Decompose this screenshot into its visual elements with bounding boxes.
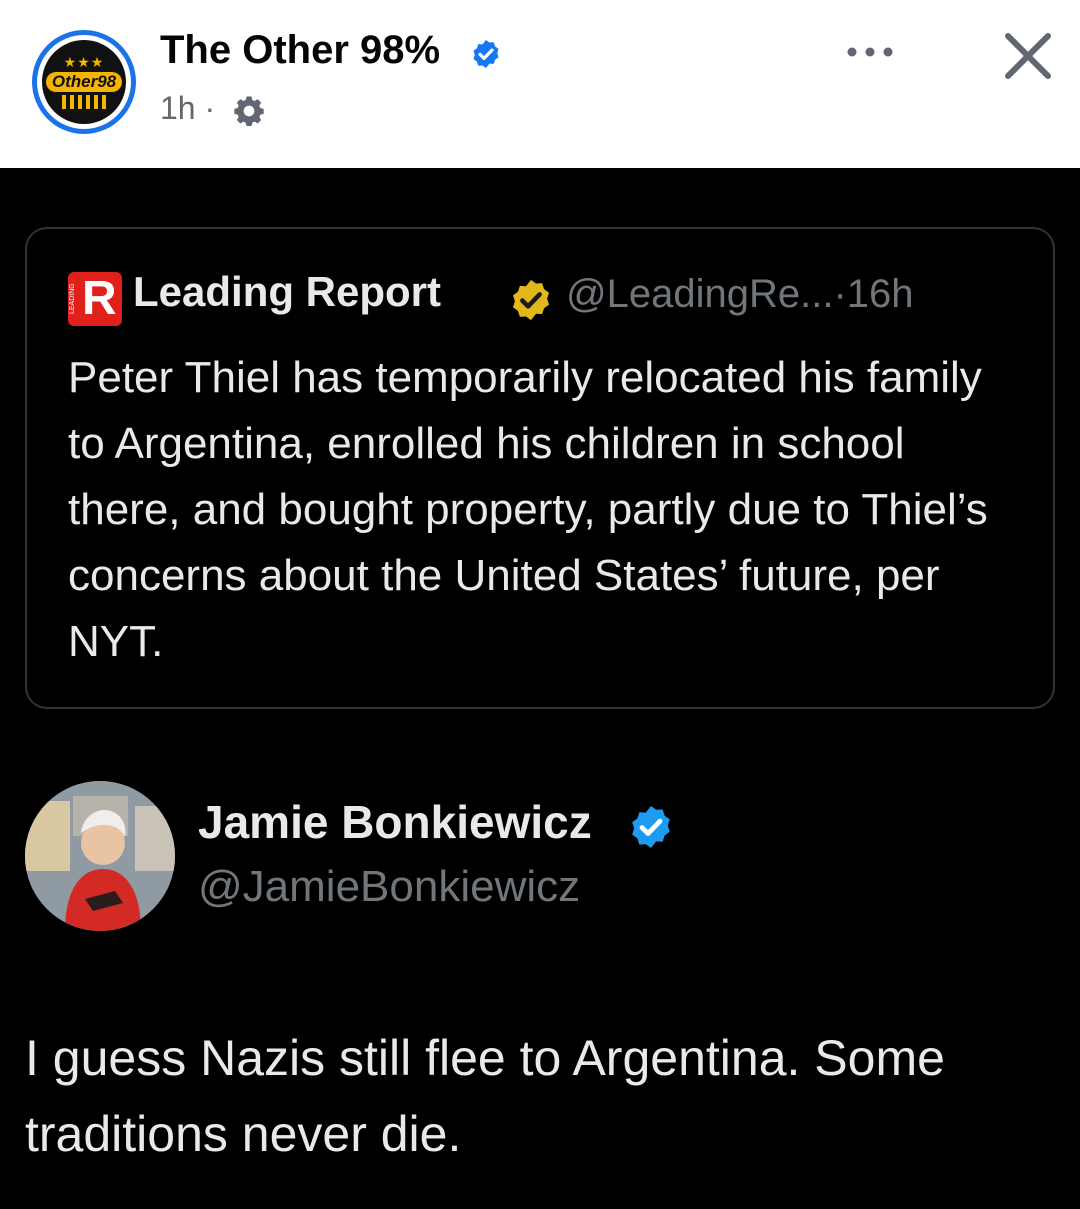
blue-verified-badge-icon — [632, 806, 670, 848]
leading-report-logo: LEADING R — [68, 272, 122, 326]
quoted-tweet-text: Peter Thiel has temporarily relocated hi… — [68, 353, 988, 666]
page-name[interactable]: The Other 98% — [160, 28, 440, 73]
more-options-icon[interactable] — [842, 40, 898, 64]
facebook-post-header: ★★★ Other98 The Other 98% 1h · — [0, 0, 1080, 168]
verified-badge-icon — [473, 40, 499, 68]
quoted-time[interactable]: ·16h — [833, 272, 913, 316]
logo-small-text: LEADING — [69, 283, 76, 315]
author-name[interactable]: Jamie Bonkiewicz — [198, 795, 592, 849]
quoted-handle[interactable]: @LeadingRe... — [566, 272, 833, 316]
logo-letter: R — [82, 272, 117, 325]
gold-verified-badge-icon — [512, 279, 550, 321]
quoted-handle-time: @LeadingRe...·16h — [566, 272, 914, 317]
page-avatar-logo: ★★★ Other98 — [42, 40, 126, 124]
flag-stripes-icon — [62, 95, 106, 109]
author-handle[interactable]: @JamieBonkiewicz — [198, 862, 580, 912]
gear-icon — [234, 96, 264, 126]
tweet-text: I guess Nazis still flee to Argentina. S… — [25, 1030, 945, 1162]
page-avatar[interactable]: ★★★ Other98 — [32, 30, 136, 134]
stars-icon: ★★★ — [63, 54, 105, 70]
author-photo-icon — [25, 781, 175, 931]
author-avatar[interactable] — [25, 781, 175, 931]
quoted-author-name[interactable]: Leading Report — [133, 268, 441, 316]
page-avatar-ring: ★★★ Other98 — [37, 35, 131, 129]
close-icon[interactable] — [1000, 28, 1056, 84]
meta-separator: · — [204, 90, 216, 126]
avatar-logo-text: Other98 — [46, 72, 122, 92]
post-meta: 1h · — [160, 90, 215, 127]
post-time[interactable]: 1h — [160, 90, 196, 126]
